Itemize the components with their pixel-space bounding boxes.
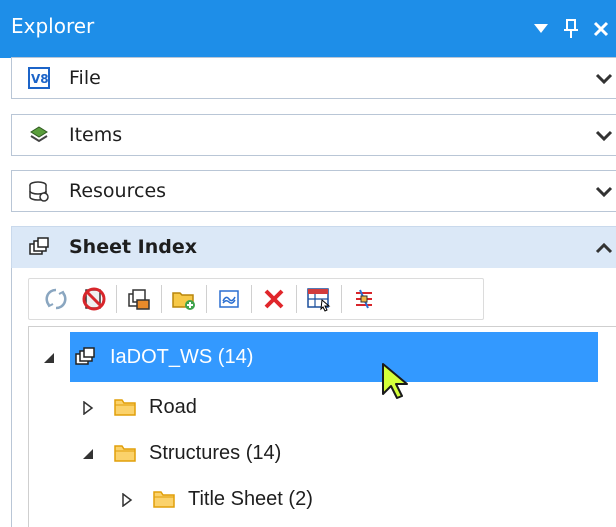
chevron-down-icon[interactable]	[595, 71, 613, 85]
tree-node-label: IaDOT_WS (14)	[110, 345, 254, 368]
mouse-cursor-icon	[380, 361, 414, 401]
collapsed-arrow-icon[interactable]	[120, 492, 134, 508]
add-folder-icon[interactable]	[165, 282, 203, 316]
panel-items[interactable]: Items	[11, 114, 616, 156]
sheet-index-icon	[74, 346, 98, 368]
add-sheet-icon[interactable]	[210, 282, 248, 316]
panel-file[interactable]: V8 File	[11, 57, 616, 99]
svg-text:V8: V8	[31, 72, 49, 86]
tree-node-folder[interactable]: Title Sheet (2)	[120, 477, 313, 521]
explorer-titlebar: Explorer	[0, 0, 616, 58]
toolbar-separator	[251, 285, 252, 313]
window-controls	[526, 10, 616, 48]
toolbar-separator	[296, 285, 297, 313]
tree-node-label: Structures (14)	[149, 441, 282, 464]
panel-resources[interactable]: Resources	[11, 170, 616, 212]
chevron-up-icon[interactable]	[595, 240, 613, 254]
toolbar-separator	[206, 285, 207, 313]
tree-node-label: Road	[149, 395, 197, 418]
delete-icon[interactable]	[255, 282, 293, 316]
toolbar-separator	[341, 285, 342, 313]
expanded-arrow-icon[interactable]	[42, 350, 56, 364]
tree-node-folder[interactable]: Structures (14)	[81, 431, 281, 475]
toolbar-separator	[116, 285, 117, 313]
pin-icon[interactable]	[556, 14, 586, 44]
tree-node-folder[interactable]: Road	[81, 385, 197, 429]
sheet-index-icon	[28, 236, 50, 258]
panel-sheet-index-label: Sheet Index	[69, 236, 198, 258]
database-icon	[28, 180, 50, 202]
dropdown-arrow-icon[interactable]	[526, 14, 556, 44]
panel-sheet-index[interactable]: Sheet Index	[11, 226, 616, 269]
panel-file-label: File	[69, 67, 101, 89]
sheet-index-toolbar	[28, 278, 484, 320]
disconnect-icon[interactable]	[75, 282, 113, 316]
folder-icon	[113, 442, 137, 464]
sheet-index-properties-icon[interactable]	[120, 282, 158, 316]
chevron-down-icon[interactable]	[595, 128, 613, 142]
tree-node-label: Title Sheet (2)	[188, 487, 313, 510]
collapsed-arrow-icon[interactable]	[81, 400, 95, 416]
window-title: Explorer	[11, 14, 95, 38]
chevron-down-icon[interactable]	[595, 184, 613, 198]
toolbar-separator	[161, 285, 162, 313]
folder-icon	[152, 488, 176, 510]
refresh-icon[interactable]	[37, 282, 75, 316]
tree-node-root[interactable]: IaDOT_WS (14)	[42, 335, 253, 379]
items-layers-icon	[28, 124, 50, 146]
microstation-v8-icon: V8	[28, 67, 50, 89]
close-icon[interactable]	[586, 14, 616, 44]
panel-resources-label: Resources	[69, 180, 167, 202]
batch-print-icon[interactable]	[345, 282, 383, 316]
expanded-arrow-icon[interactable]	[81, 446, 95, 460]
folder-icon	[113, 396, 137, 418]
panel-items-label: Items	[69, 124, 123, 146]
table-icon[interactable]	[300, 282, 338, 316]
